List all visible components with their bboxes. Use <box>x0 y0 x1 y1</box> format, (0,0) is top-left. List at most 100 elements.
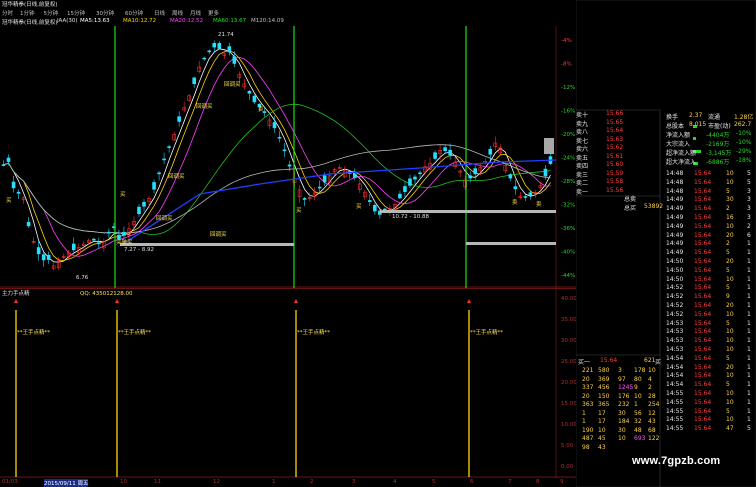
candle <box>282 143 287 157</box>
time-axis-label-10: 6 <box>470 479 474 485</box>
buy-queue-cell: 43 <box>598 443 606 451</box>
buy-queue-cell: 80 <box>634 375 642 383</box>
tick-count: 1 <box>747 275 751 283</box>
period-tab-9[interactable]: 更多 <box>208 9 219 17</box>
buy-queue-cell: 9 <box>634 384 638 391</box>
candle <box>433 150 437 161</box>
candle <box>137 204 141 217</box>
tick-price: 15.64 <box>694 196 712 204</box>
sell-level-price: 15.61 <box>606 152 624 160</box>
buy-queue-cell: 190 <box>582 426 594 434</box>
time-axis-label-13: 9 <box>560 479 564 485</box>
up-arrow-icon <box>294 299 298 303</box>
candle <box>6 154 11 166</box>
tick-price: 15.64 <box>694 398 712 406</box>
buy-queue-cell: 363 <box>582 401 594 408</box>
candle <box>152 179 156 194</box>
tick-count: 1 <box>747 363 751 371</box>
candle <box>242 79 247 90</box>
candlestick-chart[interactable]: 21.746.7610.72 - 10.887.27 - 8.92买买买买突破买… <box>0 26 576 288</box>
y-axis-label: -24% <box>561 156 575 162</box>
flow-value-2: -4404万 <box>706 132 730 139</box>
price-range-left-label: 7.27 - 8.92 <box>124 247 154 253</box>
candle <box>297 185 302 203</box>
indicator-y-label: 15.00 <box>561 401 576 407</box>
tick-price: 15.64 <box>694 205 712 213</box>
tick-volume: 2 <box>726 240 730 248</box>
candle <box>302 197 307 207</box>
candle <box>167 144 171 153</box>
tick-volume: 10 <box>726 178 734 186</box>
buy-queue-cell: 32 <box>634 418 642 425</box>
buy-queue-cell: 68 <box>648 426 656 434</box>
ma10-line <box>3 50 551 261</box>
flow-label-3: 大宗流入 <box>666 141 691 148</box>
candle <box>408 174 412 189</box>
period-tab-7[interactable]: 周线 <box>172 9 183 17</box>
indicator-chart[interactable]: 主力手点精 QQ: 435012128.00 **王手点精** **王手点精** **王… <box>0 288 576 478</box>
buy-queue-cell: 30 <box>618 409 626 417</box>
tick-price: 15.64 <box>694 187 712 195</box>
tick-time: 14:52 <box>666 310 684 318</box>
indicator-code: JAA(30) <box>57 18 78 24</box>
signal-label-7: 回调买 <box>196 102 213 110</box>
y-axis-label: -44% <box>561 273 575 279</box>
period-tab-6[interactable]: 日线 <box>154 9 165 17</box>
tick-price: 15.64 <box>694 302 712 309</box>
buy-queue-cell: 1 <box>582 418 586 425</box>
buy-queue-cell: 487 <box>582 435 594 442</box>
tick-price: 15.64 <box>694 310 712 318</box>
period-tab-4[interactable]: 30分钟 <box>96 9 114 17</box>
indicator-y-label: 30.00 <box>561 338 576 344</box>
tick-volume: 10 <box>726 328 734 336</box>
candle <box>202 56 207 61</box>
tick-price: 15.64 <box>694 293 712 301</box>
candle <box>337 164 342 169</box>
tick-count: 1 <box>747 416 751 424</box>
candle <box>378 207 382 219</box>
buy-queue-cell: 122 <box>648 435 660 442</box>
tick-price: 15.64 <box>694 240 712 248</box>
indicator-y-label: 25.00 <box>561 359 576 365</box>
buy-queue-cell: 10 <box>598 426 606 434</box>
period-tab-1[interactable]: 1分钟 <box>20 9 35 17</box>
buy-queue-cell: 232 <box>618 401 630 408</box>
period-tab-5[interactable]: 60分钟 <box>125 9 143 17</box>
time-axis: 01/03 2015/09/11 周五 10 11 12 1 2 3 4 5 6 7 8 9 <box>0 478 576 487</box>
buy-queue-cell: 337 <box>582 384 594 391</box>
tick-volume: 10 <box>726 337 734 345</box>
flow-float-label: 流通 <box>708 114 721 121</box>
flow-turnover-label: 换手 <box>666 114 679 121</box>
tick-time: 14:50 <box>666 266 684 274</box>
tick-price: 15.64 <box>694 275 712 283</box>
tick-volume: 10 <box>726 310 734 318</box>
period-tab-8[interactable]: 月线 <box>190 9 201 17</box>
candle <box>31 237 36 245</box>
flow-pct-3: -10% <box>736 139 752 146</box>
total-buy-value: 53892 <box>644 203 664 210</box>
y-axis-label: -8% <box>561 62 572 68</box>
tick-count: 1 <box>747 328 751 336</box>
period-tab-3[interactable]: 15分钟 <box>67 9 85 17</box>
tick-count: 1 <box>747 310 751 318</box>
candle <box>312 187 317 201</box>
tick-time: 14:50 <box>666 275 684 283</box>
period-tab-0[interactable]: 分时 <box>2 9 13 17</box>
candle <box>16 189 21 200</box>
candle <box>267 115 272 130</box>
ma-value-1: MA10:12.72 <box>123 18 157 24</box>
flow-label-5: 超大净流入 <box>666 159 697 166</box>
tick-volume: 20 <box>726 302 734 309</box>
period-tab-2[interactable]: 5分钟 <box>44 9 59 17</box>
tick-time: 14:52 <box>666 293 684 301</box>
support-band-0 <box>120 243 294 246</box>
buy-one-volume: 621 <box>644 357 656 364</box>
tick-price: 15.64 <box>694 381 712 389</box>
tick-count: 1 <box>747 337 751 345</box>
buy-queue-cell: 369 <box>598 375 610 383</box>
time-axis-label-0: 01/03 <box>2 479 18 485</box>
candle <box>117 229 121 241</box>
support-band-1 <box>380 210 556 213</box>
tick-volume: 30 <box>726 196 734 204</box>
flow-float-value: 1.28亿 <box>734 114 754 121</box>
